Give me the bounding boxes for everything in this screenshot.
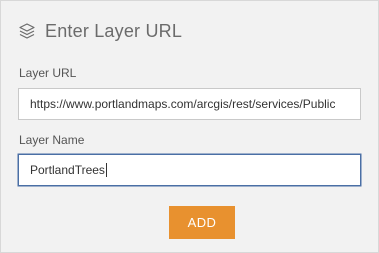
- layer-name-input[interactable]: PortlandTrees: [18, 154, 361, 186]
- text-caret: [105, 163, 107, 177]
- layer-url-input[interactable]: https://www.portlandmaps.com/arcgis/rest…: [18, 88, 361, 120]
- panel-header: Enter Layer URL: [18, 19, 182, 43]
- add-button[interactable]: ADD: [169, 206, 235, 239]
- panel-title: Enter Layer URL: [45, 20, 183, 41]
- layer-url-label: Layer URL: [19, 66, 77, 80]
- layers-icon: [18, 22, 36, 40]
- layer-url-value: https://www.portlandmaps.com/arcgis/rest…: [30, 97, 336, 111]
- layer-name-label: Layer Name: [19, 133, 85, 147]
- layer-name-value: PortlandTrees: [30, 163, 105, 177]
- enter-layer-url-panel: Enter Layer URL Layer URL https://www.po…: [0, 0, 379, 253]
